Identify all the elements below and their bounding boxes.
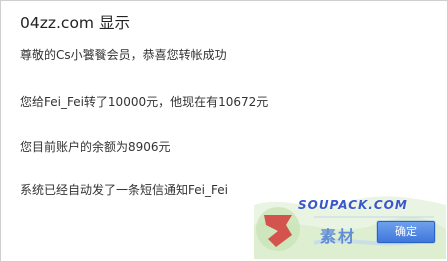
message-line-balance: 您目前账户的余额为8906元 [20,140,171,154]
message-line-greeting: 尊敬的Cs小饕餮会员，恭喜您转帐成功 [20,48,227,62]
message-line-sms: 系统已经自动发了一条短信通知Fei_Fei [20,183,228,197]
alert-dialog: 04zz.com 显示 尊敬的Cs小饕餮会员，恭喜您转帐成功 您给Fei_Fei… [0,0,448,262]
watermark-chinese-text: 素材 [320,227,357,246]
dialog-title: 04zz.com 显示 [20,14,130,32]
watermark-url: SOUPACK.COM [298,198,408,212]
ok-button[interactable]: 确定 [377,221,435,243]
message-line-transfer: 您给Fei_Fei转了10000元，他现在有10672元 [20,95,269,109]
